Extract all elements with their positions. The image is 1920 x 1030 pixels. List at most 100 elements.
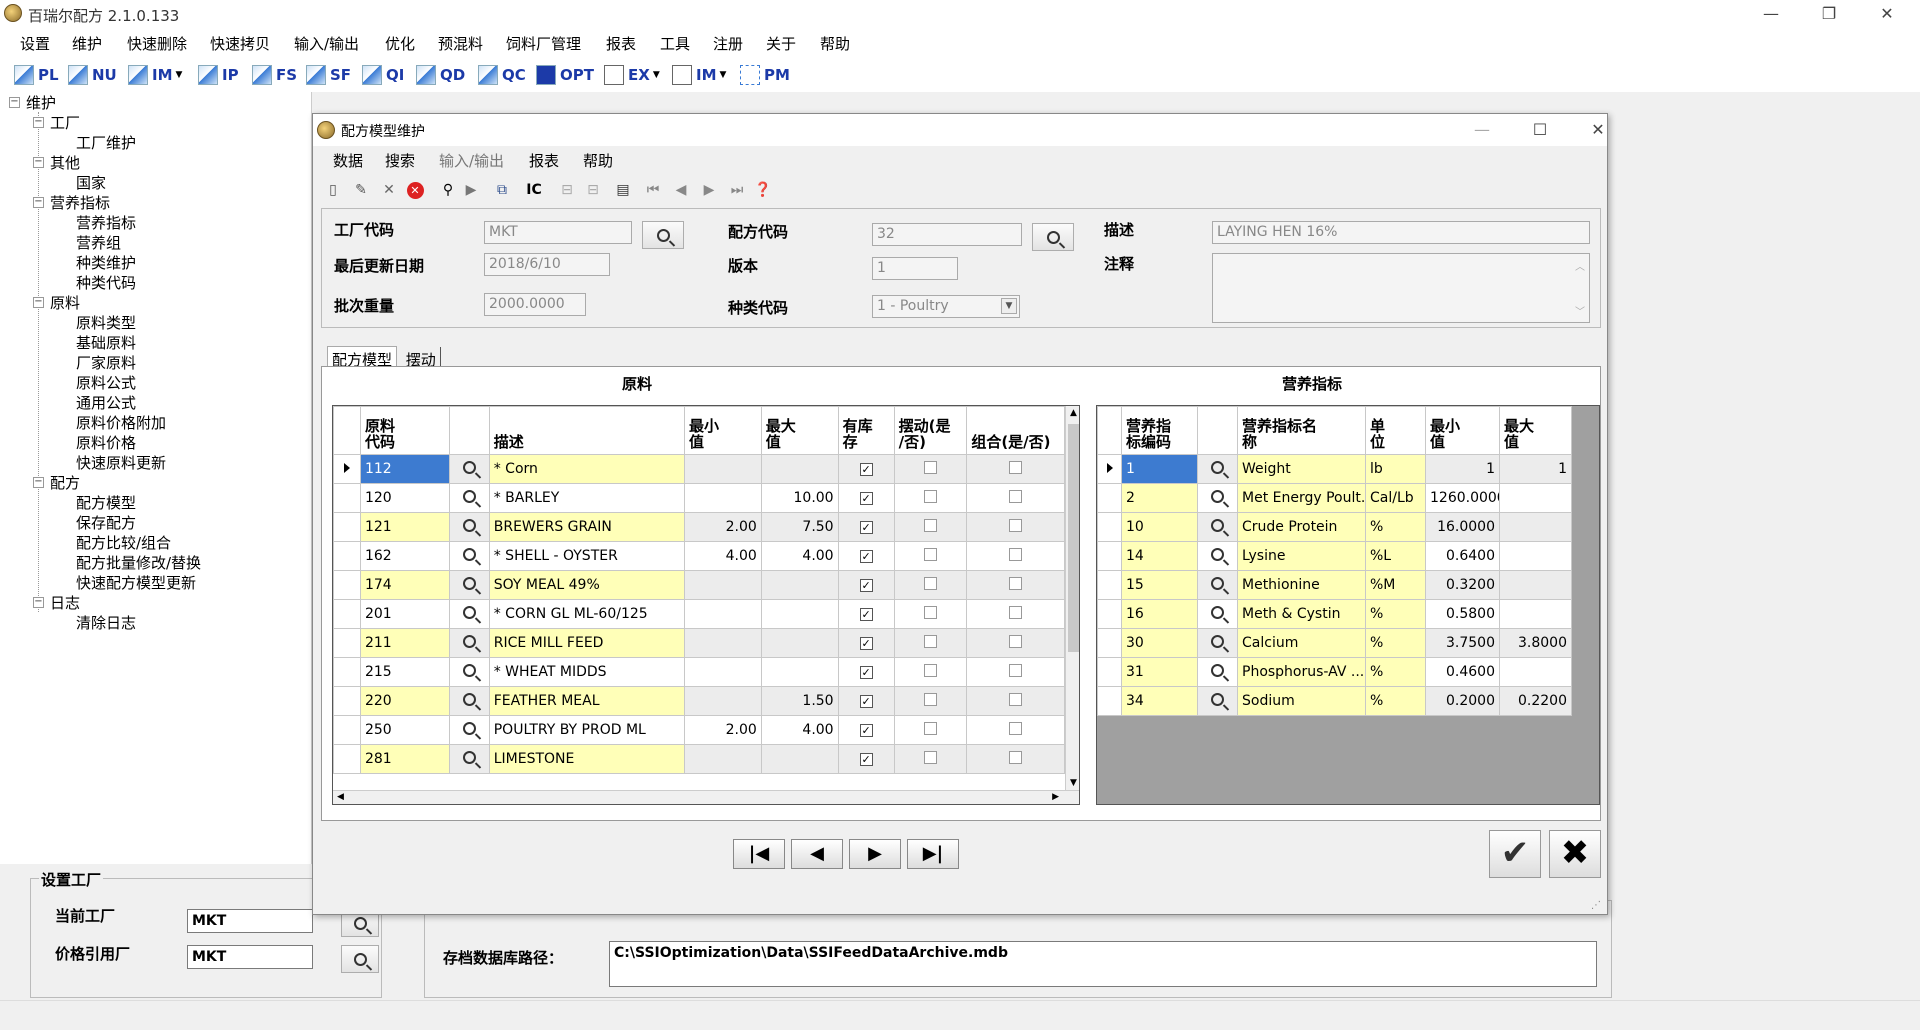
row-indicator[interactable]	[333, 715, 361, 745]
nutrient-row[interactable]: 14 Lysine %L 0.6400	[1097, 541, 1572, 571]
toolbar-nu-button[interactable]: NU	[68, 63, 117, 87]
tree-node-formula[interactable]: 配方	[50, 472, 80, 493]
in-stock-checkbox-cell[interactable]: ✓	[837, 657, 895, 687]
in-stock-checkbox[interactable]: ✓	[859, 608, 873, 621]
ingredient-lookup-button[interactable]	[449, 483, 490, 513]
tree-node-price-addon[interactable]: 原料价格附加	[76, 412, 166, 433]
tree-node-ingredient-price[interactable]: 原料价格	[76, 432, 136, 453]
delete-icon[interactable]: ✕	[379, 178, 399, 202]
nutrient-name-cell[interactable]: Crude Protein	[1237, 512, 1366, 542]
tree-node-clear-log[interactable]: 清除日志	[76, 612, 136, 633]
col-header-description[interactable]: 描述	[488, 406, 685, 455]
combine-checkbox[interactable]	[1009, 547, 1023, 561]
nutrient-unit-cell[interactable]: lb	[1365, 454, 1426, 484]
swing-checkbox-cell[interactable]	[893, 483, 968, 513]
toolbar-ex-button[interactable]: EX ▼	[604, 63, 660, 87]
swing-checkbox-cell[interactable]	[893, 541, 968, 571]
ingredient-max-cell[interactable]: 4.00	[760, 715, 839, 745]
nutrient-max-cell[interactable]	[1499, 541, 1572, 571]
version-input[interactable]: 1	[872, 257, 958, 280]
nutrient-code-cell[interactable]: 30	[1121, 628, 1198, 658]
col-header-nutrient-name[interactable]: 营养指标名 称	[1237, 406, 1366, 455]
tree-node-base-ingredient[interactable]: 基础原料	[76, 332, 136, 353]
in-stock-checkbox-cell[interactable]: ✓	[837, 599, 895, 629]
row-indicator[interactable]	[333, 657, 361, 687]
combine-checkbox-cell[interactable]	[966, 657, 1065, 687]
tree-node-ingredient-type[interactable]: 原料类型	[76, 312, 136, 333]
nutrient-unit-cell[interactable]: %	[1365, 599, 1426, 629]
dialog-maximize-button[interactable]: ☐	[1517, 116, 1563, 144]
archive-path-input[interactable]: C:\SSIOptimization\Data\SSIFeedDataArchi…	[609, 941, 1597, 987]
report-icon[interactable]: ▤	[613, 178, 633, 202]
first-record-button[interactable]: |◀	[733, 839, 785, 869]
scroll-up-icon[interactable]: ︿	[1575, 258, 1585, 273]
row-indicator[interactable]	[333, 744, 361, 774]
tree-node-nutrients[interactable]: 营养指标	[50, 192, 110, 213]
collapse-icon[interactable]: −	[33, 597, 44, 608]
in-stock-checkbox[interactable]: ✓	[859, 695, 873, 708]
swing-checkbox-cell[interactable]	[893, 715, 968, 745]
ingredient-lookup-button[interactable]	[449, 715, 490, 745]
category-code-select[interactable]: 1 - Poultry ▼	[872, 295, 1020, 318]
row-indicator[interactable]	[333, 628, 361, 658]
in-stock-checkbox-cell[interactable]: ✓	[837, 454, 895, 484]
nutrient-name-cell[interactable]: Lysine	[1237, 541, 1366, 571]
tree-node-plant-ingredient[interactable]: 厂家原料	[76, 352, 136, 373]
find-next-icon[interactable]: ▶	[463, 178, 479, 202]
nutrient-code-cell[interactable]: 34	[1121, 686, 1198, 716]
tree-node-formula-model[interactable]: 配方模型	[76, 492, 136, 513]
tree-node-maintain[interactable]: 维护	[26, 92, 56, 113]
ingredient-lookup-button[interactable]	[449, 570, 490, 600]
combine-checkbox[interactable]	[1009, 721, 1023, 735]
ingredient-lookup-button[interactable]	[449, 599, 490, 629]
ingredient-max-cell[interactable]: 4.00	[760, 541, 839, 571]
swing-checkbox-cell[interactable]	[893, 628, 968, 658]
row-indicator[interactable]	[1097, 512, 1122, 542]
menu-register[interactable]: 注册	[713, 33, 743, 54]
dialog-menu-help[interactable]: 帮助	[583, 150, 613, 171]
swing-checkbox[interactable]	[923, 518, 937, 532]
swing-checkbox[interactable]	[923, 576, 937, 590]
toolbar-qi-button[interactable]: QI	[362, 63, 404, 87]
ingredient-description-cell[interactable]: BREWERS GRAIN	[488, 512, 685, 542]
nutrient-row[interactable]: 15 Methionine %M 0.3200	[1097, 570, 1572, 600]
nutrient-code-cell[interactable]: 2	[1121, 483, 1198, 513]
combine-checkbox-cell[interactable]	[966, 454, 1065, 484]
edit-record-icon[interactable]: ✎	[351, 178, 371, 202]
swing-checkbox-cell[interactable]	[893, 744, 968, 774]
in-stock-checkbox[interactable]: ✓	[859, 666, 873, 679]
ingredients-horizontal-scrollbar[interactable]: ◀ ▶	[333, 790, 1079, 804]
tree-node-category-code[interactable]: 种类代码	[76, 272, 136, 293]
ingredient-code-cell[interactable]: 121	[359, 512, 451, 542]
ingredient-min-cell[interactable]	[683, 657, 762, 687]
cancel-button[interactable]: ✖	[1549, 830, 1601, 878]
help-icon[interactable]: ❓	[753, 178, 773, 202]
nutrient-name-cell[interactable]: Calcium	[1237, 628, 1366, 658]
nutrient-row[interactable]: 34 Sodium% 0.2000 0.2200	[1097, 686, 1572, 716]
ingredient-max-cell[interactable]	[760, 744, 839, 774]
toolbar-pl-button[interactable]: PL	[14, 63, 59, 87]
row-indicator[interactable]	[1097, 570, 1122, 600]
ic-button[interactable]: IC	[521, 178, 547, 202]
last-record-button[interactable]: ▶|	[907, 839, 959, 869]
col-header-nutrient-code[interactable]: 营养指 标编码	[1121, 406, 1198, 455]
in-stock-checkbox[interactable]: ✓	[859, 550, 873, 563]
nutrient-min-cell[interactable]: 16.0000	[1425, 512, 1500, 542]
note-textarea[interactable]: ︿ ﹀	[1212, 253, 1590, 323]
dialog-menu-search[interactable]: 搜索	[385, 150, 415, 171]
in-stock-checkbox[interactable]: ✓	[859, 521, 873, 534]
next-record-icon[interactable]: ▶	[701, 178, 717, 202]
copy-icon[interactable]: ⧉	[491, 178, 513, 202]
ingredient-min-cell[interactable]	[683, 744, 762, 774]
swing-checkbox[interactable]	[923, 547, 937, 561]
ingredient-max-cell[interactable]	[760, 657, 839, 687]
nutrient-unit-cell[interactable]: %	[1365, 686, 1426, 716]
prev-record-button[interactable]: ◀	[791, 839, 843, 869]
swing-checkbox-cell[interactable]	[893, 599, 968, 629]
tree-node-quick-ingredient-update[interactable]: 快速原料更新	[76, 452, 166, 473]
description-input[interactable]: LAYING HEN 16%	[1212, 221, 1590, 244]
combine-checkbox-cell[interactable]	[966, 628, 1065, 658]
in-stock-checkbox[interactable]: ✓	[859, 753, 873, 766]
price-plant-input[interactable]: MKT	[187, 945, 313, 969]
nutrient-min-cell[interactable]: 0.5800	[1425, 599, 1500, 629]
